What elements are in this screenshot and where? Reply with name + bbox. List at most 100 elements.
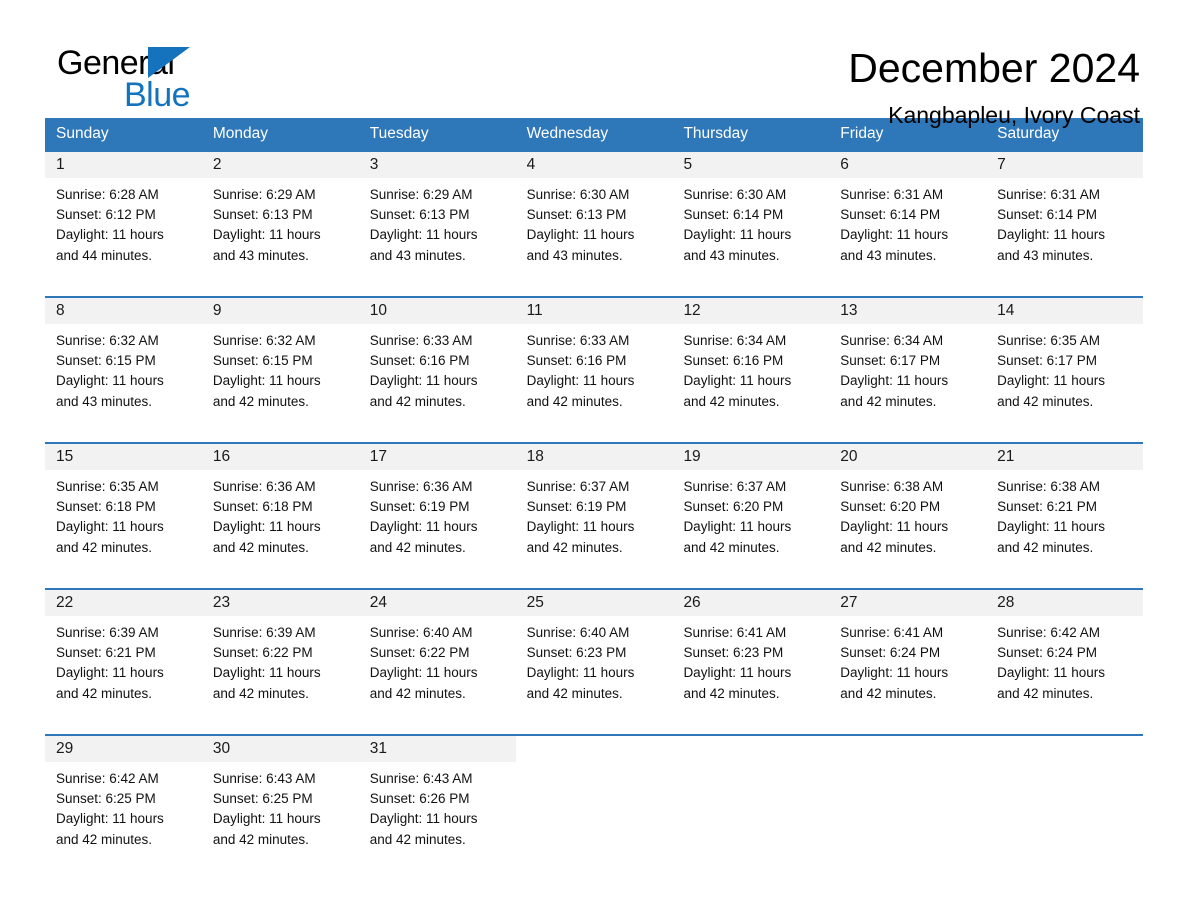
weekday-header-saturday: Saturday <box>997 125 1060 142</box>
day-details: Sunrise: 6:30 AM Sunset: 6:13 PM Dayligh… <box>526 187 635 263</box>
day-details <box>840 762 975 769</box>
day-number[interactable]: 28 <box>986 590 1143 616</box>
day-cell-empty <box>829 762 986 880</box>
day-number[interactable]: 20 <box>829 444 986 470</box>
day-number[interactable]: 5 <box>672 152 829 178</box>
day-cell[interactable]: Sunrise: 6:40 AM Sunset: 6:23 PM Dayligh… <box>516 616 673 734</box>
day-number[interactable]: 13 <box>829 298 986 324</box>
day-cell[interactable]: Sunrise: 6:43 AM Sunset: 6:25 PM Dayligh… <box>202 762 359 880</box>
day-cell[interactable]: Sunrise: 6:34 AM Sunset: 6:16 PM Dayligh… <box>672 324 829 442</box>
day-details: Sunrise: 6:29 AM Sunset: 6:13 PM Dayligh… <box>369 187 478 263</box>
day-cell[interactable]: Sunrise: 6:31 AM Sunset: 6:14 PM Dayligh… <box>829 178 986 296</box>
triangle-icon <box>148 47 190 78</box>
day-details: Sunrise: 6:35 AM Sunset: 6:17 PM Dayligh… <box>997 333 1105 409</box>
day-number[interactable]: 25 <box>516 590 673 616</box>
day-number[interactable]: 27 <box>829 590 986 616</box>
day-number[interactable]: 19 <box>672 444 829 470</box>
day-cell[interactable]: Sunrise: 6:35 AM Sunset: 6:18 PM Dayligh… <box>45 470 202 588</box>
day-details: Sunrise: 6:41 AM Sunset: 6:24 PM Dayligh… <box>840 625 949 701</box>
day-number-band: 29 30 31 <box>45 736 1144 762</box>
day-number[interactable]: 29 <box>45 736 202 762</box>
calendar-week-row: 1 2 3 4 5 6 7 Sunrise: 6:28 AM Sunset: 6… <box>45 150 1143 296</box>
day-number[interactable]: 4 <box>516 152 673 178</box>
day-details: Sunrise: 6:34 AM Sunset: 6:16 PM Dayligh… <box>683 333 792 409</box>
day-number[interactable]: 12 <box>672 298 829 324</box>
generalblue-logo: General Blue <box>45 44 245 116</box>
day-cell[interactable]: Sunrise: 6:34 AM Sunset: 6:17 PM Dayligh… <box>829 324 986 442</box>
day-number[interactable]: 6 <box>829 152 986 178</box>
weekday-header-tuesday: Tuesday <box>369 125 429 142</box>
day-cell[interactable]: Sunrise: 6:42 AM Sunset: 6:25 PM Dayligh… <box>45 762 202 880</box>
day-cell[interactable]: Sunrise: 6:41 AM Sunset: 6:23 PM Dayligh… <box>672 616 829 734</box>
day-cell[interactable]: Sunrise: 6:29 AM Sunset: 6:13 PM Dayligh… <box>202 178 359 296</box>
day-cell[interactable]: Sunrise: 6:36 AM Sunset: 6:18 PM Dayligh… <box>202 470 359 588</box>
day-details: Sunrise: 6:39 AM Sunset: 6:22 PM Dayligh… <box>212 625 321 701</box>
day-number[interactable]: 2 <box>202 152 359 178</box>
day-cell[interactable]: Sunrise: 6:37 AM Sunset: 6:20 PM Dayligh… <box>672 470 829 588</box>
day-details: Sunrise: 6:39 AM Sunset: 6:21 PM Dayligh… <box>56 625 164 701</box>
day-cell-empty <box>516 762 673 880</box>
calendar-week-row: 8 9 10 11 12 13 14 Sunrise: 6:32 AM Suns… <box>45 296 1143 442</box>
day-cell[interactable]: Sunrise: 6:39 AM Sunset: 6:21 PM Dayligh… <box>45 616 202 734</box>
day-number[interactable]: 15 <box>45 444 202 470</box>
day-number[interactable]: 31 <box>359 736 516 762</box>
day-details <box>527 762 662 769</box>
day-number-empty <box>986 736 1144 762</box>
day-number[interactable]: 10 <box>359 298 516 324</box>
day-cell[interactable]: Sunrise: 6:32 AM Sunset: 6:15 PM Dayligh… <box>202 324 359 442</box>
day-cell[interactable]: Sunrise: 6:42 AM Sunset: 6:24 PM Dayligh… <box>986 616 1143 734</box>
calendar-week-row: 15 16 17 18 19 20 21 Sunrise: 6:35 AM Su… <box>45 442 1143 588</box>
calendar-grid: Sunday Monday Tuesday Wednesday Thursday… <box>45 118 1144 880</box>
day-cell[interactable]: Sunrise: 6:38 AM Sunset: 6:21 PM Dayligh… <box>986 470 1143 588</box>
day-details: Sunrise: 6:37 AM Sunset: 6:19 PM Dayligh… <box>526 479 635 555</box>
day-cell-empty <box>986 762 1143 880</box>
day-number[interactable]: 1 <box>45 152 202 178</box>
day-cell[interactable]: Sunrise: 6:33 AM Sunset: 6:16 PM Dayligh… <box>516 324 673 442</box>
day-number[interactable]: 11 <box>516 298 673 324</box>
day-number[interactable]: 8 <box>45 298 202 324</box>
day-cell[interactable]: Sunrise: 6:28 AM Sunset: 6:12 PM Dayligh… <box>45 178 202 296</box>
day-number-empty <box>672 736 830 762</box>
day-number[interactable]: 23 <box>202 590 359 616</box>
calendar-week-row: 22 23 24 25 26 27 28 Sunrise: 6:39 AM Su… <box>45 588 1143 734</box>
day-number[interactable]: 7 <box>986 152 1143 178</box>
day-number[interactable]: 14 <box>986 298 1143 324</box>
weekday-header-wednesday: Wednesday <box>526 125 609 142</box>
day-number[interactable]: 16 <box>202 444 359 470</box>
day-cell[interactable]: Sunrise: 6:43 AM Sunset: 6:26 PM Dayligh… <box>359 762 516 880</box>
day-details: Sunrise: 6:40 AM Sunset: 6:22 PM Dayligh… <box>369 625 478 701</box>
day-details: Sunrise: 6:31 AM Sunset: 6:14 PM Dayligh… <box>997 187 1105 263</box>
day-cell[interactable]: Sunrise: 6:35 AM Sunset: 6:17 PM Dayligh… <box>986 324 1143 442</box>
day-cell[interactable]: Sunrise: 6:29 AM Sunset: 6:13 PM Dayligh… <box>359 178 516 296</box>
day-details: Sunrise: 6:38 AM Sunset: 6:20 PM Dayligh… <box>840 479 949 555</box>
day-cell[interactable]: Sunrise: 6:32 AM Sunset: 6:15 PM Dayligh… <box>45 324 202 442</box>
day-cell[interactable]: Sunrise: 6:36 AM Sunset: 6:19 PM Dayligh… <box>359 470 516 588</box>
day-number[interactable]: 26 <box>672 590 829 616</box>
day-details: Sunrise: 6:33 AM Sunset: 6:16 PM Dayligh… <box>526 333 635 409</box>
day-details: Sunrise: 6:28 AM Sunset: 6:12 PM Dayligh… <box>56 187 164 263</box>
day-cell[interactable]: Sunrise: 6:41 AM Sunset: 6:24 PM Dayligh… <box>829 616 986 734</box>
day-cell[interactable]: Sunrise: 6:30 AM Sunset: 6:14 PM Dayligh… <box>672 178 829 296</box>
day-number[interactable]: 30 <box>202 736 359 762</box>
day-number[interactable]: 22 <box>45 590 202 616</box>
day-number-empty <box>829 736 987 762</box>
day-cell[interactable]: Sunrise: 6:31 AM Sunset: 6:14 PM Dayligh… <box>986 178 1143 296</box>
day-cell[interactable]: Sunrise: 6:40 AM Sunset: 6:22 PM Dayligh… <box>359 616 516 734</box>
day-number-band: 8 9 10 11 12 13 14 <box>45 298 1143 324</box>
day-number[interactable]: 3 <box>359 152 516 178</box>
day-cell[interactable]: Sunrise: 6:39 AM Sunset: 6:22 PM Dayligh… <box>202 616 359 734</box>
day-number[interactable]: 17 <box>359 444 516 470</box>
day-number[interactable]: 18 <box>516 444 673 470</box>
day-details: Sunrise: 6:32 AM Sunset: 6:15 PM Dayligh… <box>212 333 321 409</box>
day-number[interactable]: 21 <box>986 444 1143 470</box>
day-cell[interactable]: Sunrise: 6:38 AM Sunset: 6:20 PM Dayligh… <box>829 470 986 588</box>
day-number-band: 1 2 3 4 5 6 7 <box>45 152 1143 178</box>
page-header: General Blue December 2024 Kangbapleu, I… <box>45 0 1143 128</box>
calendar-page: General Blue December 2024 Kangbapleu, I… <box>0 0 1188 918</box>
day-cell[interactable]: Sunrise: 6:33 AM Sunset: 6:16 PM Dayligh… <box>359 324 516 442</box>
day-details: Sunrise: 6:43 AM Sunset: 6:26 PM Dayligh… <box>369 771 478 847</box>
day-number[interactable]: 9 <box>202 298 359 324</box>
day-cell[interactable]: Sunrise: 6:30 AM Sunset: 6:13 PM Dayligh… <box>516 178 673 296</box>
day-number[interactable]: 24 <box>359 590 516 616</box>
day-cell[interactable]: Sunrise: 6:37 AM Sunset: 6:19 PM Dayligh… <box>516 470 673 588</box>
